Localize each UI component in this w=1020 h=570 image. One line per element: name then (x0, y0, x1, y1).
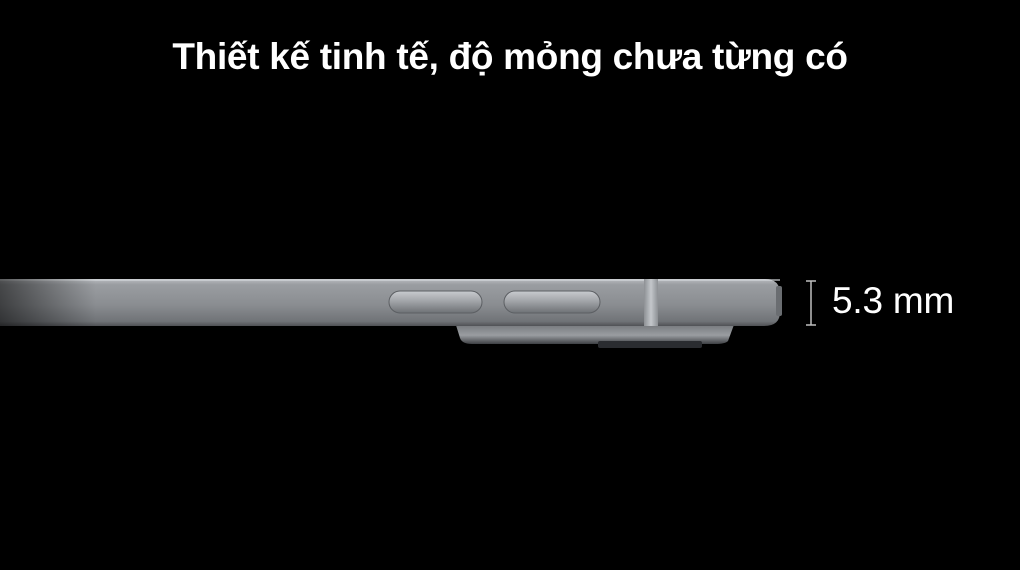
camera-lens-edge (598, 341, 702, 348)
side-connector (776, 286, 782, 316)
volume-button-1 (388, 290, 483, 314)
ipad-side-profile (0, 279, 800, 348)
thickness-indicator (806, 280, 816, 326)
volume-button-2 (503, 290, 601, 314)
antenna-band (644, 279, 658, 326)
thickness-label: 5.3 mm (832, 280, 955, 321)
headline: Thiết kế tinh tế, độ mỏng chưa từng có (172, 36, 848, 77)
